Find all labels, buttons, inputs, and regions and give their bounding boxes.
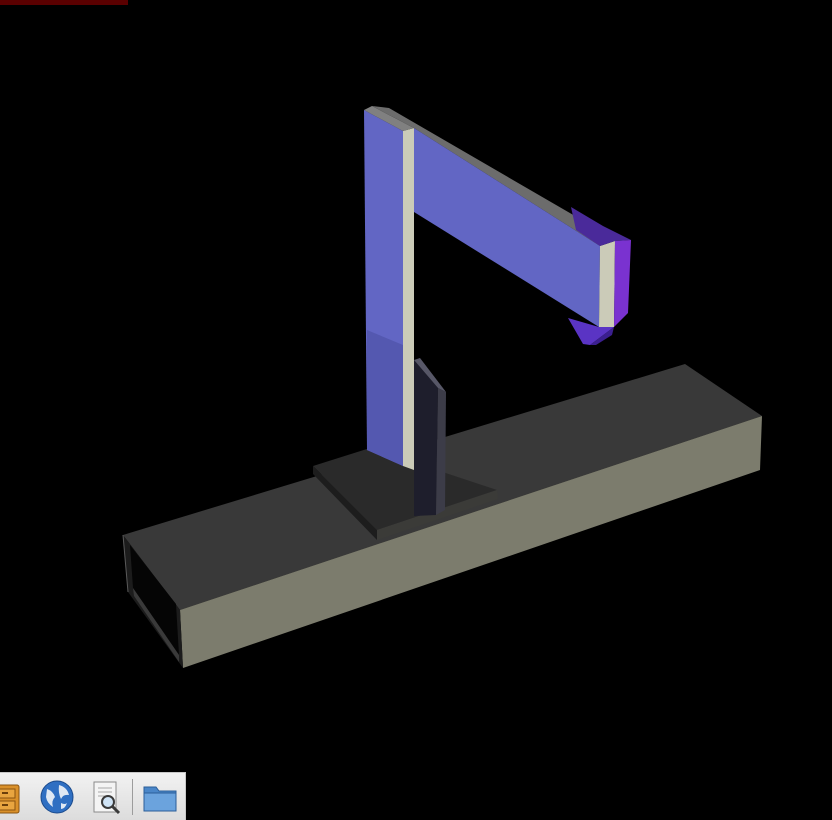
web-browser-button[interactable] bbox=[38, 778, 76, 816]
vertical-arm bbox=[364, 106, 414, 470]
globe-icon bbox=[40, 780, 74, 814]
3d-model-render[interactable] bbox=[0, 0, 832, 820]
file-manager-button[interactable] bbox=[141, 778, 179, 816]
vertical-rib bbox=[414, 358, 446, 516]
taskbar bbox=[0, 772, 186, 820]
taskbar-separator bbox=[132, 779, 133, 815]
search-button[interactable] bbox=[88, 778, 126, 816]
file-cabinet-button[interactable] bbox=[0, 778, 24, 816]
search-document-icon bbox=[93, 781, 121, 815]
3d-viewport[interactable] bbox=[0, 0, 832, 820]
folder-icon bbox=[143, 786, 177, 812]
file-cabinet-icon bbox=[0, 784, 20, 814]
